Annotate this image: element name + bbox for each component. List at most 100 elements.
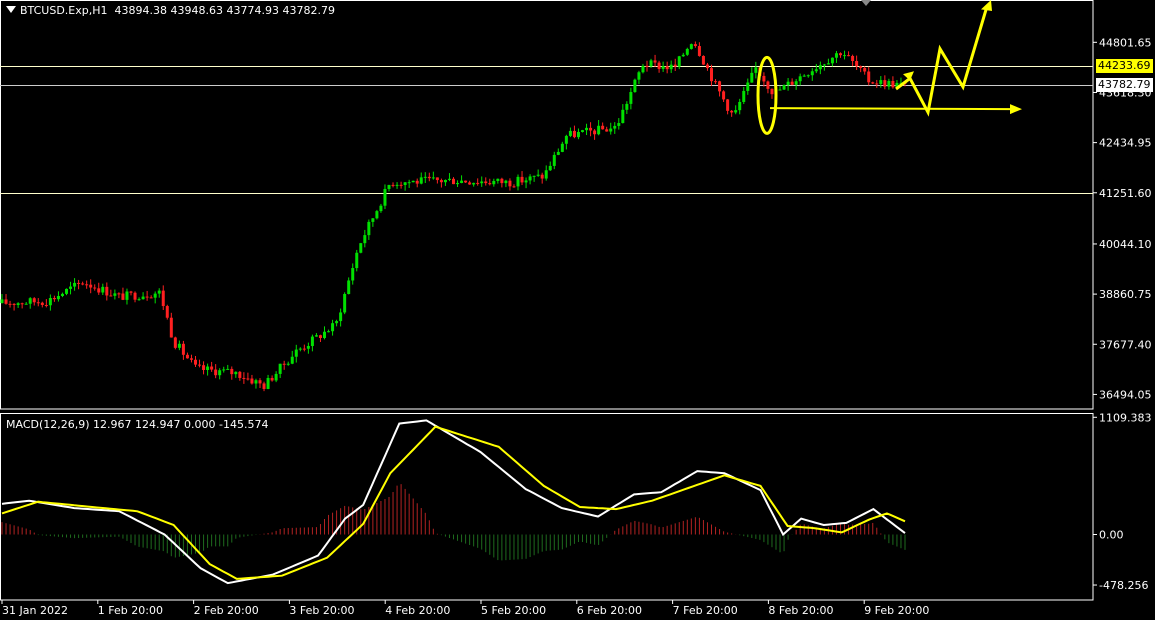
candle-body xyxy=(564,135,568,144)
support-arrow-head xyxy=(1010,104,1022,115)
symbol-menu-icon[interactable] xyxy=(6,6,16,13)
candle-body xyxy=(286,363,290,365)
candle-body xyxy=(556,151,560,155)
candle-body xyxy=(323,331,326,339)
candle-body xyxy=(460,180,464,184)
candle-body xyxy=(391,184,395,186)
time-axis: 31 Jan 2022 1 Feb 20:00 2 Feb 20:00 3 Feb 2… xyxy=(1,600,929,617)
candle-body xyxy=(879,80,883,84)
candle-body xyxy=(310,336,314,347)
candle-body xyxy=(335,321,339,324)
macd-panel-border xyxy=(0,413,1094,601)
candle-body xyxy=(411,180,415,183)
candle-body xyxy=(149,297,153,299)
candle-body xyxy=(617,123,621,126)
candle-body xyxy=(4,299,8,304)
candle-body xyxy=(633,79,637,93)
candle-body xyxy=(645,65,649,67)
candle-body xyxy=(137,299,141,301)
candle-body xyxy=(8,303,12,305)
candle-body xyxy=(0,299,4,304)
candle-body xyxy=(48,297,52,306)
candle-body xyxy=(407,182,411,184)
candle-body xyxy=(822,64,826,66)
candle-body xyxy=(177,343,181,348)
candle-body xyxy=(431,177,435,179)
candle-body xyxy=(302,348,306,350)
candle-body xyxy=(834,53,838,58)
candle-body xyxy=(754,67,758,73)
candle-body xyxy=(681,54,685,57)
candle-body xyxy=(28,298,32,304)
candle-body xyxy=(399,184,403,186)
candle-body xyxy=(44,305,48,307)
candle-body xyxy=(246,378,250,380)
candle-body xyxy=(105,286,109,296)
time-tick-label: 9 Feb 20:00 xyxy=(864,604,929,617)
candle-body xyxy=(383,188,387,206)
candle-body xyxy=(568,130,572,136)
candle-body xyxy=(56,295,60,300)
symbol-label: BTCUSD.Exp,H1 xyxy=(20,4,108,17)
chart-shift-marker xyxy=(861,0,871,6)
candle-body xyxy=(242,377,246,379)
time-tick-label: 5 Feb 20:00 xyxy=(481,604,546,617)
signal-line xyxy=(1,425,906,580)
candle-body xyxy=(492,180,496,185)
candle-body xyxy=(36,302,40,304)
time-tick-label: 6 Feb 20:00 xyxy=(577,604,642,617)
candle-body xyxy=(52,297,56,300)
macd-tick-label: 1109.383 xyxy=(1099,411,1152,424)
candle-body xyxy=(298,348,302,350)
candle-body xyxy=(415,180,419,184)
candle-body xyxy=(145,296,149,298)
candle-body xyxy=(766,81,770,89)
candle-body xyxy=(266,377,270,389)
candle-body xyxy=(746,82,750,91)
candle-body xyxy=(770,88,774,95)
candle-body xyxy=(20,303,24,305)
candle-body xyxy=(528,176,532,181)
price-axis: 44801.6543618.3042434.9541251.6040044.10… xyxy=(1093,36,1152,592)
candle-body xyxy=(40,302,44,306)
low-value: 43774.93 xyxy=(226,4,280,17)
candle-body xyxy=(613,125,617,129)
candle-body xyxy=(730,110,734,113)
candle-body xyxy=(318,335,322,339)
candle-body xyxy=(282,363,286,365)
candle-body xyxy=(427,176,431,179)
candle-body xyxy=(718,81,722,92)
candle-body xyxy=(661,66,665,69)
candle-body xyxy=(294,349,298,357)
macd-tick-label: 0.00 xyxy=(1099,528,1124,541)
candle-body xyxy=(887,80,891,87)
candle-body xyxy=(375,211,379,219)
macd-header: MACD(12,26,9) 12.967 124.947 0.000 -145.… xyxy=(6,418,269,431)
candle-body xyxy=(129,291,133,293)
time-tick-label: 31 Jan 2022 xyxy=(2,604,68,617)
candle-body xyxy=(875,83,879,85)
candle-body xyxy=(109,295,113,297)
price-tick-label: 40044.10 xyxy=(1099,238,1152,251)
candle-body xyxy=(435,177,439,181)
candle-body xyxy=(472,182,476,185)
candle-body xyxy=(443,179,447,183)
candle-body xyxy=(637,72,641,80)
candle-body xyxy=(798,76,802,82)
macd-line xyxy=(1,419,906,585)
candle-body xyxy=(165,306,169,318)
candle-body xyxy=(790,81,794,85)
candle-body xyxy=(306,346,310,349)
candle-body xyxy=(153,293,157,298)
candle-body xyxy=(609,128,613,132)
candle-body xyxy=(863,67,867,72)
candle-body xyxy=(81,283,85,285)
candle-body xyxy=(810,71,814,76)
candle-body xyxy=(649,60,653,67)
candle-body xyxy=(572,130,576,138)
candle-body xyxy=(653,60,657,63)
candle-body xyxy=(859,66,863,68)
price-panel-border xyxy=(0,0,1094,410)
candle-body xyxy=(254,380,258,384)
candle-body xyxy=(673,64,677,67)
